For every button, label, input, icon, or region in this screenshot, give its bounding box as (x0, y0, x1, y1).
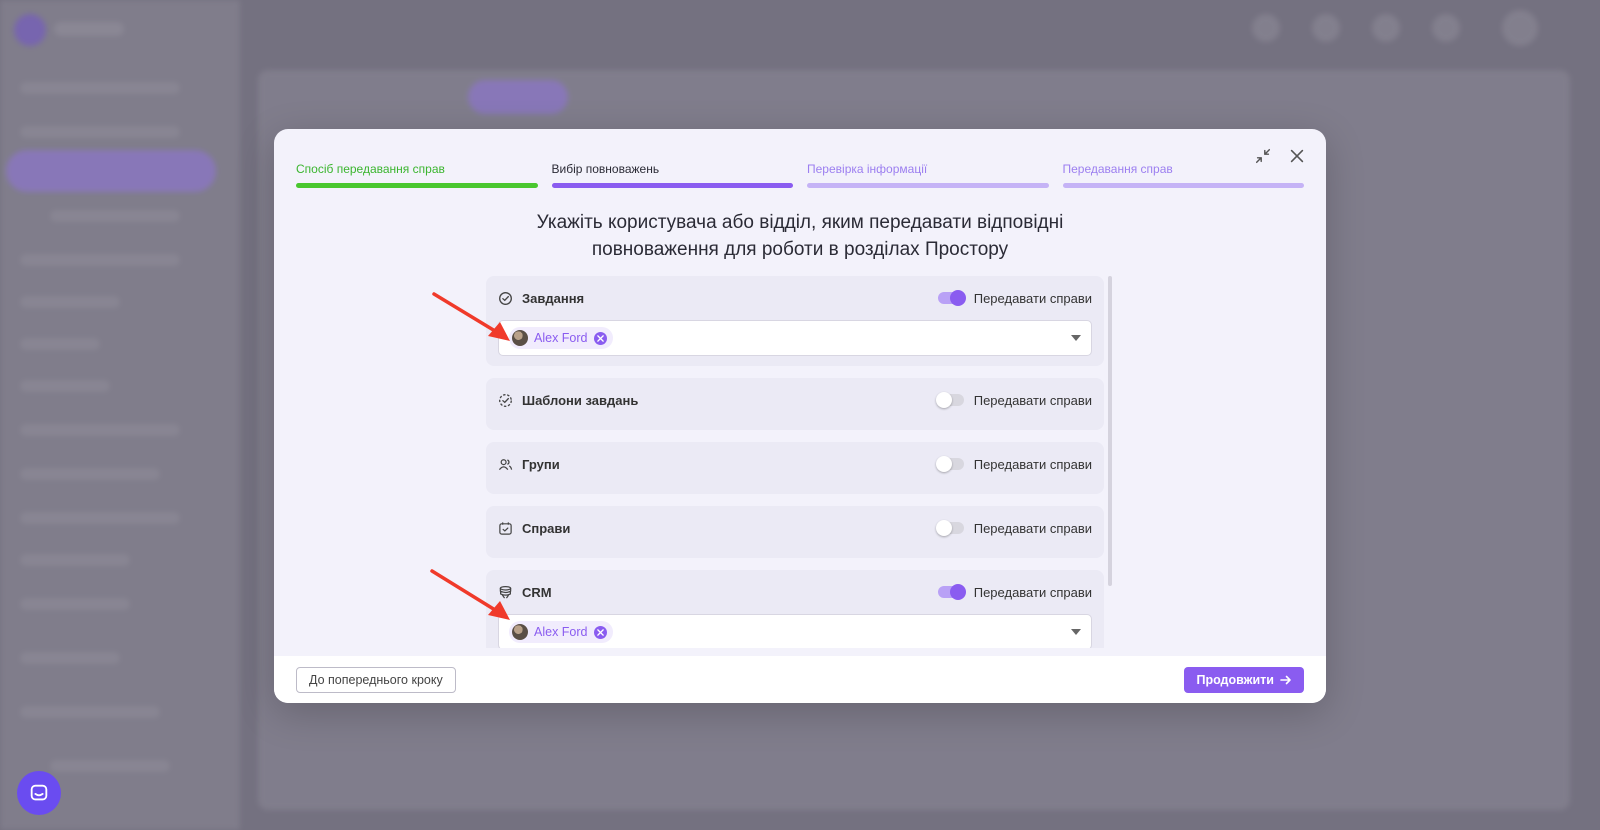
database-icon (498, 584, 514, 600)
transfer-toggle[interactable] (937, 584, 966, 600)
users-icon (498, 456, 514, 472)
app-logo-icon (14, 14, 46, 46)
background-active-item (6, 150, 216, 192)
scrollbar[interactable] (1108, 276, 1112, 586)
heading-line: Укажіть користувача або відділ, яким пер… (536, 212, 1064, 233)
chevron-down-icon (1071, 335, 1081, 341)
section-cases: Справи Передавати справи (486, 506, 1104, 558)
calendar-check-icon (498, 520, 514, 536)
sections-list[interactable]: Завдання Передавати справи Alex Ford Шаб… (486, 276, 1104, 648)
heading-line: повноваження для роботи в розділах Прост… (591, 239, 1009, 260)
section-tasks: Завдання Передавати справи Alex Ford (486, 276, 1104, 366)
transfer-toggle[interactable] (935, 456, 964, 472)
assignee-chip: Alex Ford (509, 621, 613, 643)
section-groups: Групи Передавати справи (486, 442, 1104, 494)
section-crm: CRM Передавати справи Alex Ford (486, 570, 1104, 648)
background-row (20, 652, 120, 664)
assignee-select[interactable]: Alex Ford (498, 320, 1092, 356)
step-progress-bar (551, 183, 793, 188)
step-progress-bar (296, 183, 538, 188)
step-progress-bar (1062, 183, 1304, 188)
background-row (20, 380, 110, 392)
topbar-icon (1252, 14, 1280, 42)
remove-assignee-button[interactable] (593, 625, 607, 639)
chevron-down-icon (1071, 629, 1081, 635)
background-row (50, 210, 180, 222)
section-title: Групи (522, 456, 560, 472)
step-label: Вибір повноважень (551, 162, 660, 176)
background-row (20, 424, 180, 436)
assignee-name: Alex Ford (534, 331, 588, 345)
toggle-label: Передавати справи (973, 290, 1092, 306)
toggle-label: Передавати справи (973, 456, 1092, 472)
background-row (20, 554, 130, 566)
section-title: CRM (522, 584, 552, 600)
background-row (20, 82, 180, 94)
arrow-right-icon (1280, 675, 1291, 685)
previous-step-button[interactable]: До попереднього кроку (296, 667, 456, 693)
step-transfer[interactable]: Передавання справ (1062, 161, 1304, 188)
assignee-name: Alex Ford (534, 625, 588, 639)
modal-footer: До попереднього кроку Продовжити (274, 656, 1326, 703)
continue-label: Продовжити (1196, 673, 1274, 687)
step-label: Спосіб передавання справ (296, 162, 445, 176)
background-row (20, 598, 130, 610)
background-row (20, 338, 100, 350)
modal-heading: Укажіть користувача або відділ, яким пер… (274, 209, 1326, 263)
close-icon (596, 334, 604, 342)
section-task-templates: Шаблони завдань Передавати справи (486, 378, 1104, 430)
toggle-label: Передавати справи (973, 520, 1092, 536)
background-row (20, 126, 180, 138)
background-row (20, 254, 180, 266)
check-circle-icon (498, 290, 514, 306)
assignee-select[interactable]: Alex Ford (498, 614, 1092, 648)
close-icon (596, 628, 604, 636)
step-review[interactable]: Перевірка інформації (807, 161, 1049, 188)
step-progress-bar (807, 183, 1049, 188)
dashed-check-circle-icon (498, 392, 514, 408)
background-row (50, 760, 170, 772)
section-title: Завдання (522, 290, 585, 306)
remove-assignee-button[interactable] (593, 331, 607, 345)
background-row (20, 706, 160, 718)
avatar (512, 624, 528, 640)
topbar-icon (1312, 14, 1340, 42)
background-pill (468, 80, 568, 114)
toggle-label: Передавати справи (973, 584, 1092, 600)
avatar (512, 330, 528, 346)
stepper: Спосіб передавання справ Вибір повноваже… (296, 161, 1304, 188)
step-permissions[interactable]: Вибір повноважень (551, 161, 793, 188)
toggle-label: Передавати справи (973, 392, 1092, 408)
step-label: Перевірка інформації (807, 162, 928, 176)
topbar-icon (1372, 14, 1400, 42)
background-row (20, 512, 180, 524)
step-delegation-method[interactable]: Спосіб передавання справ (296, 161, 538, 188)
background-row (20, 468, 160, 480)
topbar-avatar (1502, 10, 1538, 46)
chat-icon (30, 784, 48, 801)
delegation-modal: Спосіб передавання справ Вибір повноваже… (274, 129, 1326, 703)
section-title: Шаблони завдань (522, 392, 639, 408)
step-label: Передавання справ (1062, 162, 1173, 176)
assignee-chip: Alex Ford (509, 327, 613, 349)
topbar-icon (1432, 14, 1460, 42)
background-topbar (250, 0, 1600, 56)
continue-button[interactable]: Продовжити (1184, 667, 1304, 693)
background-row (20, 296, 120, 308)
transfer-toggle[interactable] (935, 520, 964, 536)
transfer-toggle[interactable] (937, 290, 966, 306)
transfer-toggle[interactable] (935, 392, 964, 408)
app-logo-text-placeholder (54, 22, 124, 36)
chat-launcher-button[interactable] (17, 771, 61, 815)
section-title: Справи (522, 520, 571, 536)
